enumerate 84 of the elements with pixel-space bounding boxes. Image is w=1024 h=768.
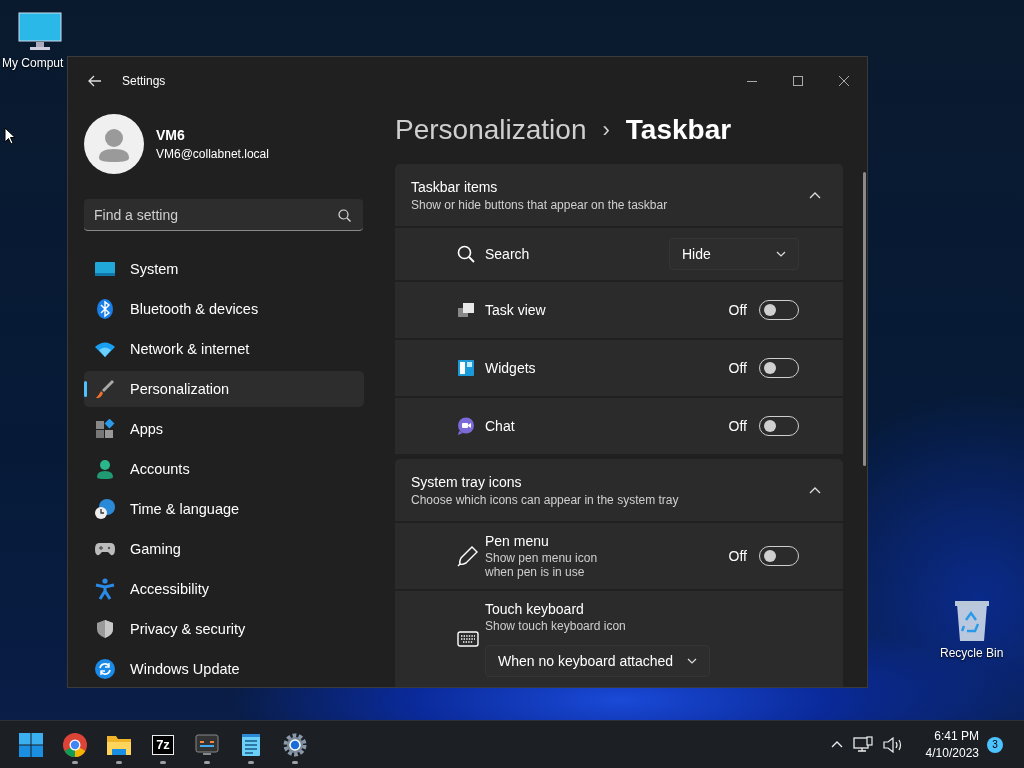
dropdown[interactable]: Hide	[669, 238, 799, 270]
notepad-icon	[241, 732, 261, 757]
nav-item[interactable]: Windows Update	[84, 651, 364, 687]
archive-app-icon: 7z	[152, 734, 174, 755]
paintbrush-icon	[95, 379, 115, 399]
network-icon	[852, 735, 873, 754]
breadcrumb-separator: ›	[602, 117, 610, 143]
nav-item[interactable]: Accessibility	[84, 571, 364, 607]
setting-label: Search	[485, 246, 530, 262]
nav-item[interactable]: Personalization	[84, 371, 364, 407]
shield-icon	[96, 619, 114, 639]
toggle-state-label: Off	[728, 418, 747, 434]
setting-label: Task view	[485, 302, 546, 318]
search-field[interactable]: Find a setting	[84, 199, 363, 231]
search-icon	[457, 245, 475, 263]
section-subtitle: Show or hide buttons that appear on the taskbar	[411, 197, 668, 212]
setting-label: Chat	[485, 418, 515, 434]
chat-bubble-icon	[457, 417, 475, 435]
account-name: VM6	[156, 127, 186, 143]
desktop-icon-label[interactable]: My Comput	[2, 56, 64, 70]
desktop-icon-label[interactable]: Recycle Bin	[940, 646, 1004, 660]
browser-icon	[63, 732, 87, 757]
chevron-down-icon	[687, 658, 698, 664]
person-icon	[96, 459, 114, 479]
gamepad-icon	[94, 541, 116, 557]
page-title: Taskbar	[625, 114, 732, 146]
avatar-icon	[84, 114, 144, 174]
section-title: Taskbar items	[411, 178, 499, 195]
window-title: Settings	[122, 74, 166, 88]
arrow-left-icon	[88, 75, 102, 87]
nav-item[interactable]: System	[84, 251, 364, 287]
minimize-icon	[747, 80, 757, 82]
nav-item[interactable]: Time & language	[84, 491, 364, 527]
bluetooth-icon	[96, 298, 114, 320]
maximize-icon	[793, 76, 803, 86]
section-header[interactable]: Taskbar items Show or hide buttons that appear on the taskbar	[395, 164, 843, 226]
wifi-icon	[94, 341, 116, 357]
setting-description: Show pen menu icon when pen is in use	[485, 551, 599, 579]
chevron-up-icon	[809, 486, 821, 494]
search-icon	[338, 209, 351, 222]
display-icon	[95, 261, 115, 277]
dropdown[interactable]: When no keyboard attached	[485, 645, 711, 677]
widgets-icon	[457, 359, 475, 377]
breadcrumb-link[interactable]: Personalization	[395, 114, 587, 146]
speaker-icon	[882, 736, 903, 753]
nav-item[interactable]: Gaming	[84, 531, 364, 567]
chevron-up-icon	[830, 741, 843, 748]
nav-item[interactable]: Apps	[84, 411, 364, 447]
folder-icon	[106, 733, 132, 756]
chevron-up-icon	[809, 191, 821, 199]
section-header[interactable]: System tray icons Choose which icons can appear in the system tray	[395, 459, 843, 521]
section-title: System tray icons	[411, 473, 523, 490]
monitor-icon	[18, 12, 62, 52]
toggle-state-label: Off	[728, 360, 747, 376]
windows-logo-icon	[19, 732, 43, 757]
setting-description: Show touch keyboard icon	[485, 619, 627, 633]
nav-item[interactable]: Network & internet	[84, 331, 364, 367]
apps-grid-icon	[95, 419, 115, 439]
refresh-icon	[95, 659, 115, 679]
taskbar-button[interactable]: 7z	[143, 724, 183, 765]
gear-icon	[283, 732, 307, 757]
stacked-windows-icon	[457, 302, 475, 318]
recycle-bin-icon	[953, 598, 990, 642]
close-icon	[839, 76, 849, 86]
setting-label: Pen menu	[485, 533, 550, 549]
keyboard-icon	[457, 631, 479, 647]
chevron-down-icon	[776, 251, 786, 257]
setting-label: Touch keyboard	[485, 601, 585, 617]
toggle-state-label: Off	[728, 302, 747, 318]
clock-globe-icon	[94, 498, 116, 520]
section-subtitle: Choose which icons can appear in the system tray	[411, 492, 679, 507]
nav-item[interactable]: Bluetooth & devices	[84, 291, 364, 327]
setting-label: Widgets	[485, 360, 536, 376]
accessibility-icon	[95, 578, 115, 600]
monitor-app-icon	[195, 733, 219, 756]
scrollbar[interactable]	[863, 172, 866, 466]
notification-badge[interactable]: 3	[987, 736, 1003, 753]
nav-item[interactable]: Accounts	[84, 451, 364, 487]
nav-item[interactable]: Privacy & security	[84, 611, 364, 647]
pen-icon	[457, 545, 479, 567]
toggle-state-label: Off	[728, 548, 747, 564]
mouse-pointer-icon	[4, 127, 16, 145]
account-email: VM6@collabnet.local	[156, 147, 269, 161]
clock-button[interactable]: 6:41 PM 4/10/2023	[925, 727, 979, 762]
